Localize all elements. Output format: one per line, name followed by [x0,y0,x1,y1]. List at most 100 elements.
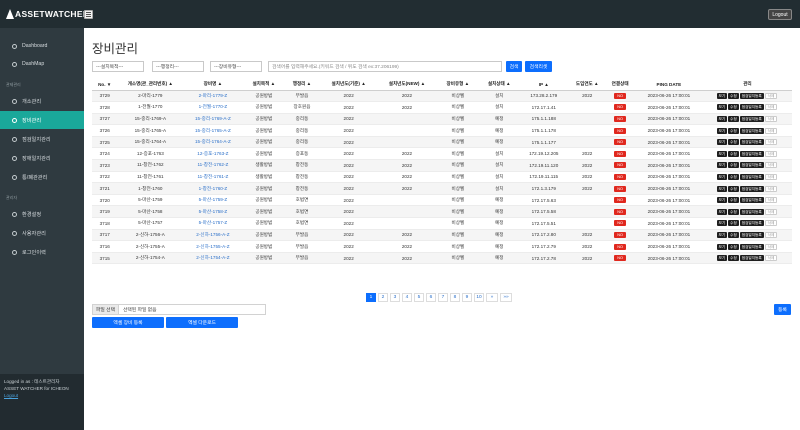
register-button[interactable]: 등록 [774,304,791,315]
delete-button[interactable]: 삭제 [764,115,778,122]
page-next-button[interactable]: » [486,293,498,302]
edit-button[interactable]: 수정 [728,139,739,146]
edit-button[interactable]: 수정 [728,115,739,122]
search-button[interactable]: 검색 [506,61,522,72]
delete-button[interactable]: 삭제 [764,231,778,238]
view-button[interactable]: 보기 [716,139,728,146]
edit-button[interactable]: 수정 [728,231,739,238]
device-link[interactable]: 11-창전-1762-Z [197,162,228,167]
device-link[interactable]: 11-창전-1761-Z [197,174,228,179]
col-device[interactable]: 장비명 ▲ [183,79,243,91]
col-state[interactable]: 설치상태 ▲ [480,79,519,91]
edit-button[interactable]: 수정 [728,208,739,215]
edit-button[interactable]: 수정 [728,150,739,157]
excel-register-button[interactable]: 엑셀 장비 등록 [92,317,164,328]
col-intro[interactable]: 도입연도 ▲ [569,79,606,91]
delete-button[interactable]: 삭제 [764,173,778,180]
delete-button[interactable]: 삭제 [764,162,778,169]
footer-logout-link[interactable]: Logout [4,392,80,399]
inspect-register-button[interactable]: 점검일지등록 [739,162,764,169]
device-link[interactable]: 1-전월-1770-Z [199,104,228,109]
col-year-new[interactable]: 설치년도(NEW) ▲ [378,79,436,91]
inspect-register-button[interactable]: 점검일지등록 [739,208,764,215]
sidebar-item-users[interactable]: 사용자관리 [0,224,84,242]
inspect-register-button[interactable]: 점검일지등록 [739,104,764,111]
sidebar-item-login-history[interactable]: 로그인이력 [0,243,84,261]
delete-button[interactable]: 삭제 [764,127,778,134]
edit-button[interactable]: 수정 [728,162,739,169]
col-ip[interactable]: IP ▲ [518,79,570,91]
sidebar-item-devices[interactable]: 장비관리 [0,111,84,129]
view-button[interactable]: 보기 [716,150,728,157]
page-6-button[interactable]: 6 [426,293,436,302]
inspect-register-button[interactable]: 점검일지등록 [739,255,764,262]
inspect-register-button[interactable]: 점검일지등록 [739,231,764,238]
edit-button[interactable]: 수정 [728,173,739,180]
page-8-button[interactable]: 8 [450,293,460,302]
view-button[interactable]: 보기 [716,115,728,122]
sidebar-item-settings[interactable]: 환경설정 [0,205,84,223]
view-button[interactable]: 보기 [716,231,728,238]
col-no[interactable]: No. ▼ [92,79,118,91]
edit-button[interactable]: 수정 [728,255,739,262]
inspect-register-button[interactable]: 점검일지등록 [739,127,764,134]
view-button[interactable]: 보기 [716,197,728,204]
view-button[interactable]: 보기 [716,162,728,169]
page-5-button[interactable]: 5 [414,293,424,302]
file-choose-button[interactable]: 파일 선택 [93,305,119,314]
device-link[interactable]: 2-신하-1754-A-Z [196,255,229,260]
edit-button[interactable]: 수정 [728,197,739,204]
col-purpose[interactable]: 설치목적 ▲ [242,79,286,91]
delete-button[interactable]: 삭제 [764,104,778,111]
view-button[interactable]: 보기 [716,208,728,215]
delete-button[interactable]: 삭제 [764,243,778,250]
view-button[interactable]: 보기 [716,173,728,180]
device-link[interactable]: 15-중리-1769-A-Z [195,116,231,121]
inspect-register-button[interactable]: 점검일지등록 [739,115,764,122]
edit-button[interactable]: 수정 [728,127,739,134]
view-button[interactable]: 보기 [716,127,728,134]
col-year-std[interactable]: 설치년도(기준) ▲ [318,79,379,91]
device-link[interactable]: 15-중리-1765-A-Z [195,128,231,133]
col-site[interactable]: 개소명(관_관리번호) ▲ [117,79,184,91]
sidebar-item-fault-log[interactable]: 장애일지관리 [0,149,84,167]
logout-button[interactable]: Logout [768,9,792,20]
view-button[interactable]: 보기 [716,255,728,262]
inspect-register-button[interactable]: 점검일지등록 [739,139,764,146]
device-link[interactable]: 2-마리-1779-Z [199,93,228,98]
inspect-register-button[interactable]: 점검일지등록 [739,220,764,227]
edit-button[interactable]: 수정 [728,92,739,99]
delete-button[interactable]: 삭제 [764,255,778,262]
view-button[interactable]: 보기 [716,243,728,250]
search-input[interactable]: 검색어를 입력해주세요.(키워드 검색 / 위도 검색 ex:37.206199… [268,61,502,72]
page-4-button[interactable]: 4 [402,293,412,302]
menu-toggle-icon[interactable] [84,10,93,19]
inspect-register-button[interactable]: 점검일지등록 [739,243,764,250]
page-last-button[interactable]: »» [500,293,512,302]
device-link[interactable]: 2-신하-1755-A-Z [196,244,229,249]
page-9-button[interactable]: 9 [462,293,472,302]
sidebar-item-dashmap[interactable]: DashMap [0,55,84,73]
page-2-button[interactable]: 2 [378,293,388,302]
delete-button[interactable]: 삭제 [764,92,778,99]
delete-button[interactable]: 삭제 [764,208,778,215]
col-district[interactable]: 행정리 ▲ [285,79,319,91]
device-link[interactable]: 5-마산-1759-Z [199,197,228,202]
district-select[interactable]: ---행정리--- [152,61,204,72]
edit-button[interactable]: 수정 [728,185,739,192]
device-link[interactable]: 1-창전-1760-Z [199,186,228,191]
device-link[interactable]: 2-신하-1756-A-Z [196,232,229,237]
category-select[interactable]: ---설치목적--- [92,61,144,72]
search-reset-button[interactable]: 검색리셋 [525,61,552,72]
device-link[interactable]: 15-중리-1764-A-Z [195,139,231,144]
view-button[interactable]: 보기 [716,104,728,111]
device-link[interactable]: 5-마산-1757-Z [199,220,228,225]
page-7-button[interactable]: 7 [438,293,448,302]
device-link[interactable]: 5-마산-1758-Z [199,209,228,214]
sidebar-item-dashboard[interactable]: Dashboard [0,37,84,55]
sidebar-item-decommission[interactable]: 통/폐관관리 [0,168,84,186]
delete-button[interactable]: 삭제 [764,139,778,146]
view-button[interactable]: 보기 [716,185,728,192]
edit-button[interactable]: 수정 [728,104,739,111]
sidebar-item-inspection-log[interactable]: 점검일지관리 [0,130,84,148]
